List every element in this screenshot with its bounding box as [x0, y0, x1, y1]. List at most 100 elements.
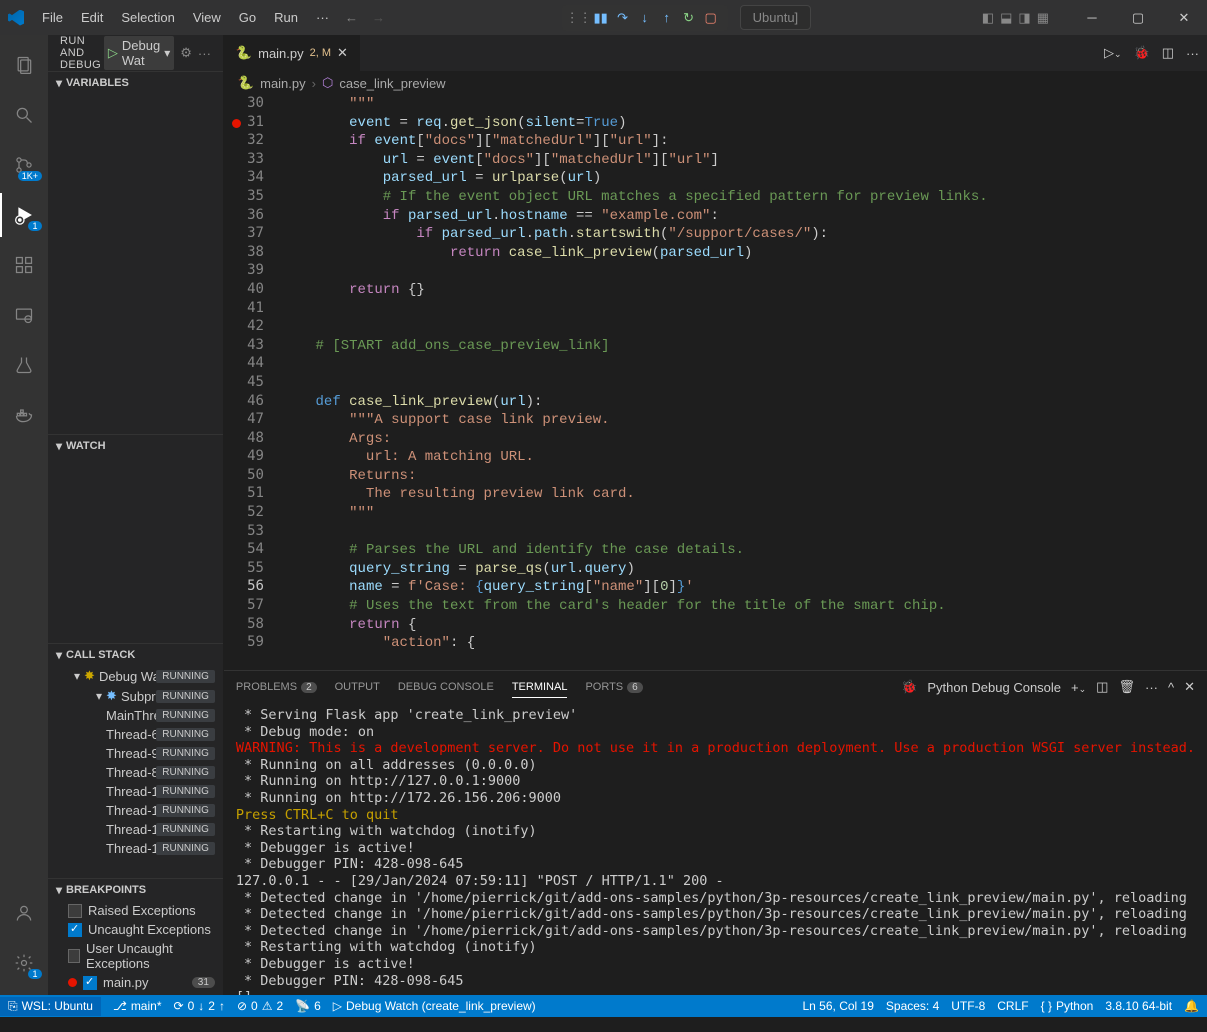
split-editor-icon[interactable]: ◫ [1162, 45, 1174, 61]
debug-drag-icon[interactable]: ⋮⋮ [570, 9, 588, 27]
status-remote[interactable]: ⎘WSL: Ubuntu [0, 997, 101, 1016]
terminal-kill-icon[interactable]: 🗑 [1118, 679, 1135, 695]
code-editor[interactable]: 3031323334353637383940414243444546474849… [224, 95, 1207, 670]
variables-header[interactable]: VARIABLES [48, 72, 223, 94]
python-file-icon: 🐍 [238, 75, 254, 91]
panel-tab-ports[interactable]: PORTS6 [585, 677, 642, 697]
status-debug-target[interactable]: ▷ Debug Watch (create_link_preview) [333, 999, 536, 1013]
callstack-row[interactable]: ✸Subprocess 80437RUNNING [48, 686, 223, 706]
debug-restart-icon[interactable]: ↻ [680, 9, 698, 27]
debug-config-dropdown[interactable]: ▷ Debug Wat [104, 36, 174, 70]
status-sync[interactable]: ⟳ 0↓ 2↑ [174, 999, 225, 1013]
terminal-new-icon[interactable]: +⌄ [1071, 680, 1086, 695]
callstack-list: ✸Debug WatchRUNNING✸Subprocess 80437RUNN… [48, 666, 223, 878]
activity-extensions[interactable] [0, 243, 48, 287]
callstack-row[interactable]: MainThreadRUNNING [48, 706, 223, 725]
status-notifications-icon[interactable]: 🔔 [1184, 999, 1199, 1013]
activity-settings[interactable]: 1 [0, 941, 48, 985]
debug-pause-icon[interactable]: ▮▮ [592, 9, 610, 27]
command-center[interactable]: Ubuntu] [740, 5, 812, 30]
status-cursor[interactable]: Ln 56, Col 19 [803, 999, 874, 1013]
callstack-row[interactable]: Thread-13RUNNING [48, 820, 223, 839]
terminal-profile[interactable]: Python Debug Console [927, 680, 1061, 695]
breakpoint-row[interactable]: Raised Exceptions [48, 901, 223, 920]
activity-explorer[interactable] [0, 43, 48, 87]
panel-tab-terminal[interactable]: TERMINAL [512, 677, 568, 697]
panel-tab-debug-console[interactable]: DEBUG CONSOLE [398, 677, 494, 697]
activity-docker[interactable] [0, 393, 48, 437]
sidebar-more-icon[interactable]: ··· [198, 46, 211, 61]
layout-customize-icon[interactable]: ▦ [1037, 10, 1049, 26]
nav-back-icon[interactable]: ← [339, 10, 364, 25]
breakpoint-row[interactable]: main.py31 [48, 973, 223, 992]
panel-close-icon[interactable]: ✕ [1184, 679, 1195, 695]
callstack-row[interactable]: Thread-11RUNNING [48, 782, 223, 801]
checkbox[interactable] [68, 904, 82, 918]
layout-left-icon[interactable]: ◧ [982, 10, 994, 26]
activity-scm[interactable]: 1K+ [0, 143, 48, 187]
menu-run[interactable]: Run [266, 6, 306, 29]
checkbox[interactable] [68, 949, 80, 963]
callstack-row[interactable]: Thread-6RUNNING [48, 725, 223, 744]
layout-right-icon[interactable]: ◨ [1018, 10, 1030, 26]
menu-more[interactable]: ··· [308, 6, 337, 29]
breadcrumb-file: main.py [260, 76, 306, 91]
window-maximize-icon[interactable]: ▢ [1115, 0, 1161, 35]
gutter-breakpoint-icon[interactable] [232, 119, 241, 128]
status-python-version[interactable]: 3.8.10 64-bit [1105, 999, 1172, 1013]
nav-forward-icon[interactable]: → [366, 10, 391, 25]
status-branch[interactable]: ⎇main* [113, 999, 162, 1013]
callstack-row[interactable]: ✸Debug WatchRUNNING [48, 666, 223, 686]
menu-edit[interactable]: Edit [73, 6, 111, 29]
window-close-icon[interactable]: ✕ [1161, 0, 1207, 35]
status-eol[interactable]: CRLF [997, 999, 1028, 1013]
sidebar-title: RUN AND DEBUG [60, 35, 104, 71]
menu-selection[interactable]: Selection [113, 6, 182, 29]
activity-accounts[interactable] [0, 891, 48, 935]
debug-step-into-icon[interactable]: ↓ [636, 9, 654, 27]
status-lang[interactable]: { } Python [1041, 999, 1094, 1013]
status-ports[interactable]: 📡 6 [295, 999, 321, 1013]
activity-search[interactable] [0, 93, 48, 137]
activity-remote[interactable] [0, 293, 48, 337]
panel-maximize-icon[interactable]: ^ [1168, 680, 1174, 695]
tab-label: main.py [258, 46, 304, 61]
watch-header[interactable]: WATCH [48, 435, 223, 457]
breakpoints-header[interactable]: BREAKPOINTS [48, 879, 223, 901]
status-problems[interactable]: ⊘ 0 ⚠ 2 [237, 999, 283, 1013]
breakpoint-row[interactable]: Uncaught Exceptions [48, 920, 223, 939]
minimap[interactable] [1093, 95, 1193, 670]
debug-step-out-icon[interactable]: ↑ [658, 9, 676, 27]
debug-step-over-icon[interactable]: ↷ [614, 9, 632, 27]
callstack-header[interactable]: CALL STACK [48, 644, 223, 666]
activity-debug[interactable]: 1 [0, 193, 48, 237]
layout-bottom-icon[interactable]: ⬓ [1000, 10, 1012, 26]
panel-tab-output[interactable]: OUTPUT [335, 677, 380, 697]
breadcrumb[interactable]: 🐍 main.py › ⬡ case_link_preview [224, 71, 1207, 95]
tab-main-py[interactable]: 🐍 main.py 2, M ✕ [224, 35, 361, 71]
menu-view[interactable]: View [185, 6, 229, 29]
callstack-row[interactable]: Thread-10RUNNING [48, 801, 223, 820]
terminal-split-icon[interactable]: ◫ [1096, 679, 1108, 695]
debug-stop-icon[interactable]: ▢ [702, 9, 720, 27]
menu-file[interactable]: File [34, 6, 71, 29]
breakpoint-row[interactable]: User Uncaught Exceptions [48, 939, 223, 973]
debug-launch-icon[interactable]: 🐞 [1134, 45, 1150, 61]
editor-more-icon[interactable]: ··· [1186, 46, 1199, 61]
panel-tab-problems[interactable]: PROBLEMS2 [236, 677, 317, 697]
checkbox[interactable] [83, 976, 97, 990]
status-spaces[interactable]: Spaces: 4 [886, 999, 939, 1013]
menu-go[interactable]: Go [231, 6, 264, 29]
callstack-row[interactable]: Thread-8RUNNING [48, 763, 223, 782]
debug-settings-icon[interactable]: ⚙ [180, 45, 192, 61]
checkbox[interactable] [68, 923, 82, 937]
terminal-output[interactable]: * Serving Flask app 'create_link_preview… [224, 703, 1207, 995]
activity-test[interactable] [0, 343, 48, 387]
callstack-row[interactable]: Thread-12RUNNING [48, 839, 223, 858]
run-dropdown-icon[interactable]: ▷⌄ [1104, 45, 1122, 61]
panel-more-icon[interactable]: ··· [1145, 680, 1158, 695]
window-minimize-icon[interactable]: ─ [1069, 0, 1115, 35]
status-encoding[interactable]: UTF-8 [951, 999, 985, 1013]
callstack-row[interactable]: Thread-9RUNNING [48, 744, 223, 763]
tab-close-icon[interactable]: ✕ [337, 45, 348, 61]
